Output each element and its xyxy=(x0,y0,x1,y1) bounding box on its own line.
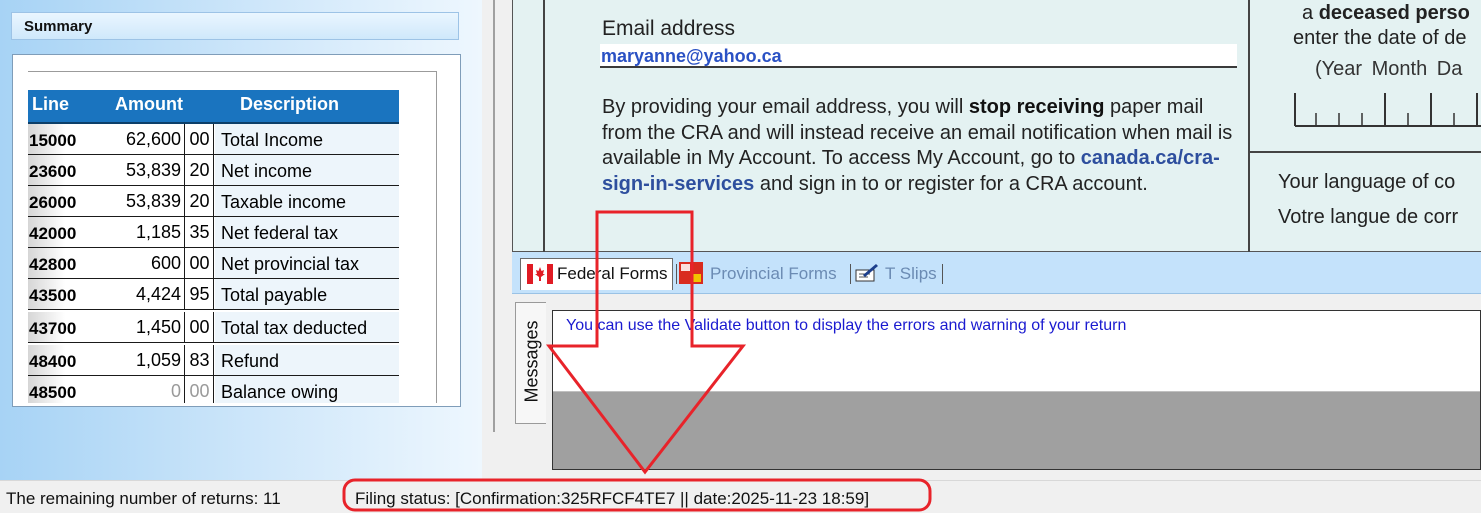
line-number: 48400 xyxy=(28,345,76,375)
cents-value: 95 xyxy=(186,279,214,309)
filing-status-text: Filing status: [Confirmation:325RFCF4TE7… xyxy=(355,489,870,508)
line-number: 43500 xyxy=(28,279,76,309)
notice-text: and sign in to or register for a CRA acc… xyxy=(754,172,1148,195)
table-row[interactable]: 23600 53,839 20 Net income xyxy=(28,155,399,186)
amount-value: 1,185 xyxy=(65,217,185,247)
line-number: 43700 xyxy=(28,312,76,342)
language-label-fr: Votre langue de corr xyxy=(1278,206,1459,228)
cents-value: 00 xyxy=(186,124,214,154)
line-number: 23600 xyxy=(28,155,76,185)
description-text: Taxable income xyxy=(215,186,399,216)
column-line: Line xyxy=(32,94,70,114)
language-label-en: Your language of co xyxy=(1278,171,1456,193)
line-number: 26000 xyxy=(28,186,76,216)
messages-side-tab[interactable]: Messages xyxy=(515,302,546,424)
description-text: Balance owing xyxy=(215,376,399,403)
table-row[interactable]: 43500 4,424 95 Total payable xyxy=(28,279,399,310)
summary-table: Line Amount Description 15000 62,600 00 … xyxy=(28,71,437,403)
cents-value: 20 xyxy=(186,155,214,185)
amount-value: 4,424 xyxy=(65,279,185,309)
tab-label: T Slips xyxy=(885,264,937,283)
table-row[interactable]: 15000 62,600 00 Total Income xyxy=(28,124,399,155)
table-row[interactable]: 42800 600 00 Net provincial tax xyxy=(28,248,399,279)
deceased-prefix: a xyxy=(1302,2,1319,24)
date-format-label: (Year Month Da xyxy=(1315,58,1463,80)
notice-bold-text: stop receiving xyxy=(968,96,1105,118)
summary-table-header: Line Amount Description xyxy=(28,90,399,124)
table-row[interactable]: 48400 1,059 83 Refund xyxy=(28,345,399,376)
tab-label: Provincial Forms xyxy=(710,264,837,283)
cents-value: 20 xyxy=(186,186,214,216)
summary-header: Summary xyxy=(11,12,459,40)
description-text: Total payable xyxy=(215,279,399,309)
section-divider xyxy=(1250,151,1481,153)
column-amount: Amount xyxy=(115,94,183,114)
cents-value: 00 xyxy=(186,376,214,403)
line-number: 42800 xyxy=(28,248,76,278)
deceased-date-label: enter the date of de xyxy=(1293,27,1467,49)
amount-value: 600 xyxy=(65,248,185,278)
canada-flag-icon xyxy=(527,264,553,284)
messages-tab-label: Messages xyxy=(521,320,542,403)
table-row[interactable]: 43700 1,450 00 Total tax deducted xyxy=(28,312,399,343)
tab-separator xyxy=(942,264,943,284)
email-notice-paragraph: By providing your email address, you wil… xyxy=(602,95,1242,197)
tab-separator xyxy=(676,264,677,284)
left-panel: Summary Line Amount Description 15000 62… xyxy=(0,0,482,480)
line-number: 48500 xyxy=(28,376,76,403)
email-label: Email address xyxy=(602,17,736,40)
amount-value: 53,839 xyxy=(65,155,185,185)
table-row[interactable]: 42000 1,185 35 Net federal tax xyxy=(28,217,399,248)
description-text: Total Income xyxy=(215,124,399,154)
column-divider xyxy=(1248,0,1250,252)
amount-value: 1,450 xyxy=(65,312,185,342)
tab-separator xyxy=(850,264,851,284)
line-number: 15000 xyxy=(28,124,76,154)
table-row[interactable]: 26000 53,839 20 Taxable income xyxy=(28,186,399,217)
deceased-label: a deceased perso xyxy=(1302,2,1470,25)
notice-text: By providing your email address, you wil… xyxy=(602,96,969,118)
table-row[interactable]: 48500 0 00 Balance owing xyxy=(28,376,399,403)
description-text: Net income xyxy=(215,155,399,185)
description-text: Net federal tax xyxy=(215,217,399,247)
tab-federal-forms[interactable]: Federal Forms xyxy=(520,258,673,290)
description-text: Total tax deducted xyxy=(215,312,399,342)
panel-splitter[interactable] xyxy=(482,0,512,480)
form-border xyxy=(543,0,545,252)
pen-document-icon xyxy=(855,264,878,282)
messages-box: You can use the Validate button to displ… xyxy=(552,310,1481,470)
forms-tab-bar: Federal Forms Provincial Forms T Slips xyxy=(512,252,1481,294)
cents-value: 00 xyxy=(186,312,214,342)
amount-value: 62,600 xyxy=(65,124,185,154)
cents-value: 35 xyxy=(186,217,214,247)
line-number: 42000 xyxy=(28,217,76,247)
deceased-bold: deceased perso xyxy=(1318,2,1470,24)
status-bar: The remaining number of returns: 11 Fili… xyxy=(0,480,1481,513)
cents-value: 00 xyxy=(186,248,214,278)
email-field[interactable]: maryanne@yahoo.ca xyxy=(600,44,1237,68)
cents-value: 83 xyxy=(186,345,214,375)
provincial-flag-icon xyxy=(679,262,703,284)
remaining-returns-text: The remaining number of returns: 11 xyxy=(6,489,281,508)
amount-value: 53,839 xyxy=(65,186,185,216)
splitter-line xyxy=(493,0,495,432)
description-text: Net provincial tax xyxy=(215,248,399,278)
tab-label: Federal Forms xyxy=(557,264,668,283)
messages-list: You can use the Validate button to displ… xyxy=(553,311,1480,392)
date-of-death-field[interactable] xyxy=(1294,93,1481,127)
amount-value: 0 xyxy=(65,376,185,403)
description-text: Refund xyxy=(215,345,399,375)
validation-message[interactable]: You can use the Validate button to displ… xyxy=(566,317,1126,335)
column-description: Description xyxy=(240,94,340,114)
amount-value: 1,059 xyxy=(65,345,185,375)
